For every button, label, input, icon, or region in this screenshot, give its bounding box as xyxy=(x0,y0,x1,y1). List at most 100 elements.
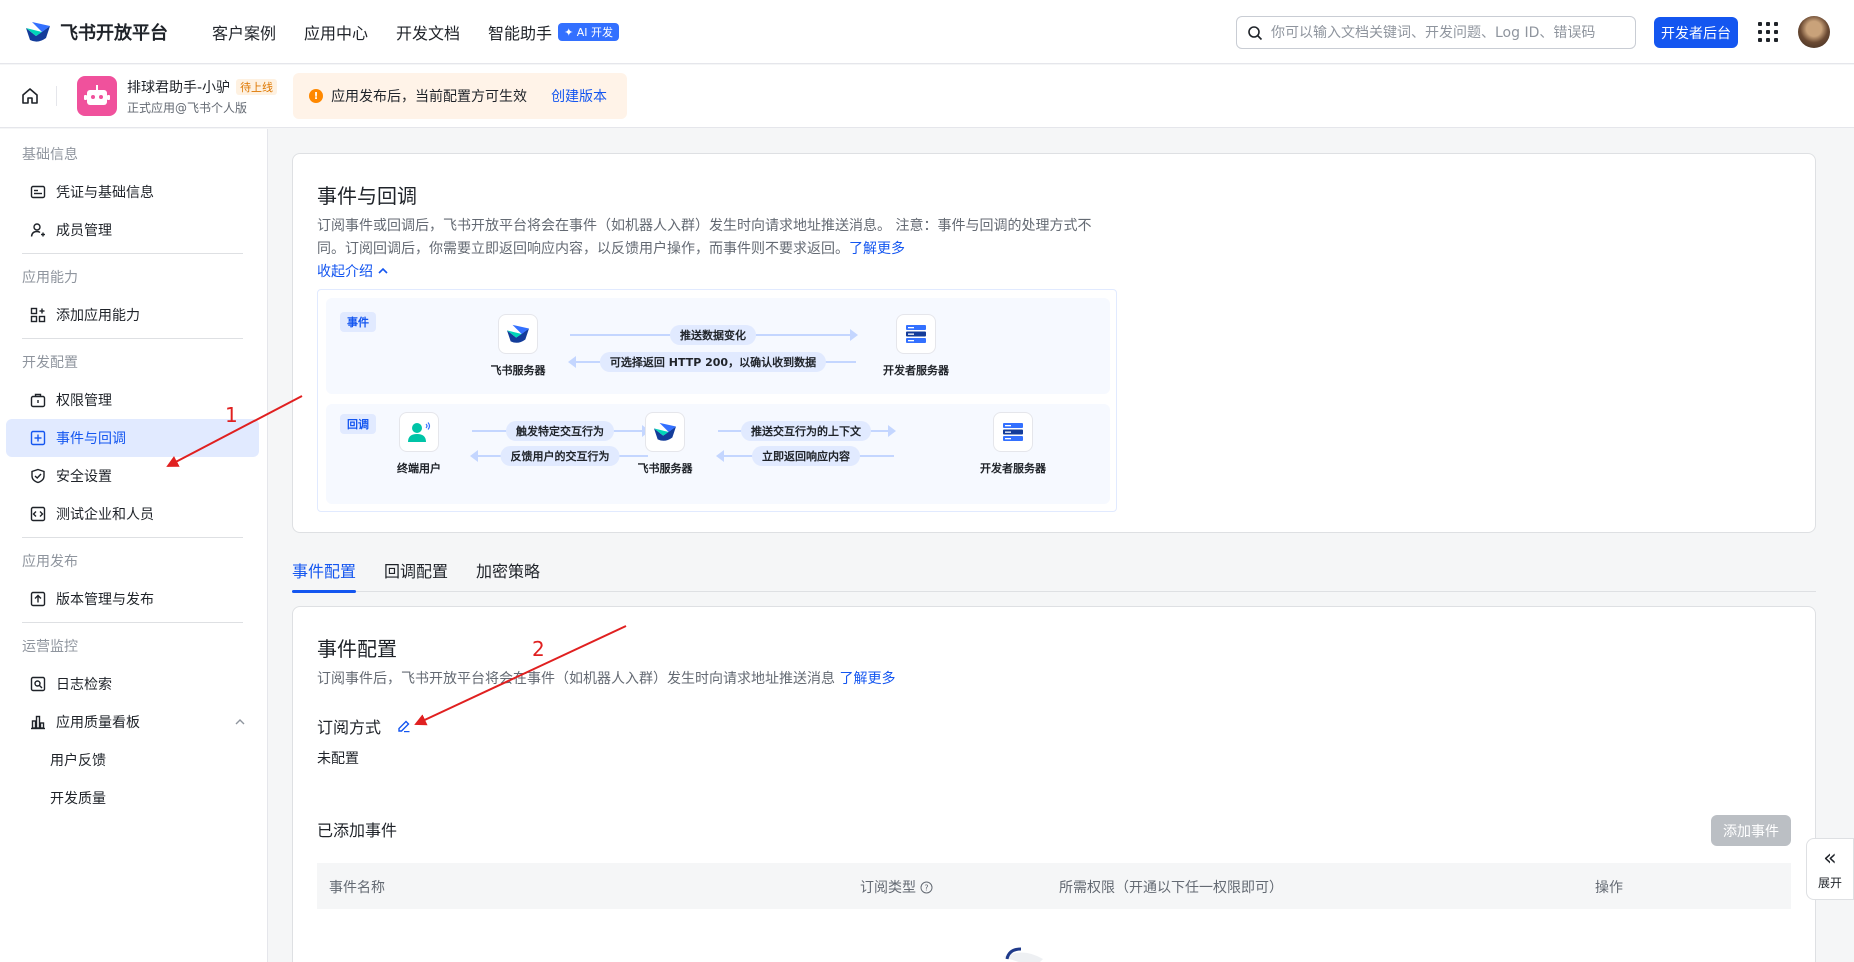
create-version-link[interactable]: 创建版本 xyxy=(551,86,607,106)
sidebar-item-label: 权限管理 xyxy=(56,393,112,409)
sidebar: 基础信息 凭证与基础信息 成员管理 应用能力 添加应用能力 开发配置 权限管理 … xyxy=(0,129,268,962)
double-chevron-left-icon: « xyxy=(1823,845,1837,871)
app-subtitle: 正式应用@飞书个人版 xyxy=(127,100,248,115)
sidebar-item-add-capability[interactable]: 添加应用能力 xyxy=(6,296,259,334)
dev-console-button[interactable]: 开发者后台 xyxy=(1654,17,1738,48)
publish-notice: ! 应用发布后，当前配置方可生效 创建版本 xyxy=(293,73,628,119)
sidebar-item-label: 凭证与基础信息 xyxy=(56,185,154,201)
sidebar-group-release: 应用发布 xyxy=(22,554,78,570)
sidebar-item-permissions[interactable]: 权限管理 xyxy=(6,381,259,419)
learn-more-link[interactable]: 了解更多 xyxy=(839,671,895,687)
sidebar-item-label: 添加应用能力 xyxy=(56,308,140,324)
sidebar-item-events[interactable]: 事件与回调 xyxy=(6,419,259,457)
avatar[interactable] xyxy=(1798,16,1830,48)
sidebar-item-quality[interactable]: 应用质量看板 xyxy=(6,703,259,741)
expand-label: 展开 xyxy=(1817,875,1842,890)
node-label: 终端用户 xyxy=(397,462,441,475)
subscription-label: 订阅方式 xyxy=(317,718,382,737)
warning-icon: ! xyxy=(309,89,324,103)
subscription-value: 未配置 xyxy=(317,751,359,767)
col-subscription-type: 订阅类型? xyxy=(860,877,933,897)
tab-callback-config[interactable]: 回调配置 xyxy=(384,556,448,592)
expand-panel-button[interactable]: « 展开 xyxy=(1806,838,1854,900)
event-row: 事件 飞书服务器 推送数据变化 可选择返回 HTTP 200，以确认收到数据 开… xyxy=(326,298,1110,394)
node-label: 飞书服务器 xyxy=(637,462,693,475)
search-box[interactable] xyxy=(1236,16,1636,49)
dev-server-node-2: 开发者服务器 xyxy=(963,412,1063,476)
flow-http200: 可选择返回 HTTP 200，以确认收到数据 xyxy=(568,352,856,372)
sidebar-item-label: 版本管理与发布 xyxy=(56,592,154,608)
sidebar-item-dev-quality[interactable]: 开发质量 xyxy=(6,779,259,817)
tab-event-config[interactable]: 事件配置 xyxy=(292,556,357,593)
home-icon[interactable] xyxy=(20,86,40,106)
config-tabs: 事件配置 回调配置 加密策略 xyxy=(292,556,1816,593)
annotation-number-1: 1 xyxy=(225,403,238,427)
end-user-node: 终端用户 xyxy=(369,412,469,476)
section-description: 订阅事件后，飞书开放平台将会在事件（如机器人入群）发生时向请求地址推送消息 了解… xyxy=(317,668,895,688)
sidebar-item-label: 应用质量看板 xyxy=(56,715,140,731)
edit-icon[interactable] xyxy=(397,719,411,733)
nav-dev-docs[interactable]: 开发文档 xyxy=(396,20,460,44)
sidebar-item-label: 成员管理 xyxy=(56,223,112,239)
app-robot-icon xyxy=(77,76,117,116)
nav-ai-assistant[interactable]: 智能助手 ✦ AI 开发 xyxy=(488,20,620,44)
tab-encryption[interactable]: 加密策略 xyxy=(476,556,540,592)
intro-card: 事件与回调 订阅事件或回调后，飞书开放平台将会在事件（如机器人入群）发生时向请求… xyxy=(292,153,1816,533)
node-label: 开发者服务器 xyxy=(980,462,1046,475)
flow-label: 推送数据变化 xyxy=(670,325,756,345)
flow-return-now: 立即返回响应内容 xyxy=(716,446,894,466)
user-icon xyxy=(399,412,439,452)
chevron-up-icon xyxy=(378,267,388,274)
member-icon xyxy=(30,223,45,237)
search-icon xyxy=(1248,25,1263,40)
logo-text: 飞书开放平台 xyxy=(60,22,168,44)
sidebar-item-logs[interactable]: 日志检索 xyxy=(6,665,259,703)
feishu-logo-icon xyxy=(498,314,538,354)
sidebar-divider xyxy=(22,622,243,623)
event-icon xyxy=(30,430,46,446)
intro-description: 订阅事件或回调后，飞书开放平台将会在事件（如机器人入群）发生时向请求地址推送消息… xyxy=(317,215,1107,261)
dev-server-node: 开发者服务器 xyxy=(866,314,966,378)
divider xyxy=(56,86,57,106)
flow-label: 推送交互行为的上下文 xyxy=(741,421,871,441)
credential-icon xyxy=(30,185,46,199)
server-icon xyxy=(896,314,936,354)
app-meta: 排球君助手-小驴 待上线 正式应用@飞书个人版 xyxy=(127,77,278,116)
learn-more-link[interactable]: 了解更多 xyxy=(849,241,905,257)
sidebar-group-basic: 基础信息 xyxy=(22,147,78,163)
collapse-intro-button[interactable]: 收起介绍 xyxy=(317,261,389,281)
flow-push-change: 推送数据变化 xyxy=(570,325,858,345)
status-badge: 待上线 xyxy=(236,78,278,95)
sidebar-divider xyxy=(22,338,243,339)
log-icon xyxy=(30,676,46,692)
sidebar-group-capability: 应用能力 xyxy=(22,270,78,286)
permission-icon xyxy=(30,393,46,408)
search-input[interactable] xyxy=(1271,24,1611,41)
apps-grid-icon[interactable] xyxy=(1758,22,1778,42)
add-event-button[interactable]: 添加事件 xyxy=(1711,815,1791,846)
main-nav: 客户案例 应用中心 开发文档 智能助手 ✦ AI 开发 xyxy=(212,20,647,44)
help-icon[interactable]: ? xyxy=(920,881,933,894)
flow-label: 反馈用户的交互行为 xyxy=(500,446,620,466)
col-subscription-type-label: 订阅类型 xyxy=(860,880,916,896)
sidebar-item-test[interactable]: 测试企业和人员 xyxy=(6,495,259,533)
sidebar-item-security[interactable]: 安全设置 xyxy=(6,457,259,495)
sidebar-group-dev: 开发配置 xyxy=(22,355,78,371)
sidebar-item-feedback[interactable]: 用户反馈 xyxy=(6,741,259,779)
flow-push-context: 推送交互行为的上下文 xyxy=(718,421,896,441)
test-icon xyxy=(30,506,46,522)
sidebar-item-members[interactable]: 成员管理 xyxy=(6,211,259,249)
nav-customer-cases[interactable]: 客户案例 xyxy=(212,20,276,44)
col-event-name: 事件名称 xyxy=(329,880,385,896)
sidebar-item-credentials[interactable]: 凭证与基础信息 xyxy=(6,173,259,211)
flow-label: 立即返回响应内容 xyxy=(752,446,860,466)
sidebar-item-version[interactable]: 版本管理与发布 xyxy=(6,580,259,618)
events-table-header: 事件名称 订阅类型? 所需权限（开通以下任一权限即可） 操作 xyxy=(317,863,1791,909)
chart-icon xyxy=(31,715,45,730)
page-title: 事件与回调 xyxy=(317,184,417,208)
top-navbar: 飞书开放平台 客户案例 应用中心 开发文档 智能助手 ✦ AI 开发 开发者后台 xyxy=(0,0,1854,64)
nav-app-center[interactable]: 应用中心 xyxy=(304,20,368,44)
logo[interactable]: 飞书开放平台 xyxy=(24,19,168,45)
add-capability-icon xyxy=(30,307,46,323)
chevron-up-icon[interactable] xyxy=(235,717,245,727)
